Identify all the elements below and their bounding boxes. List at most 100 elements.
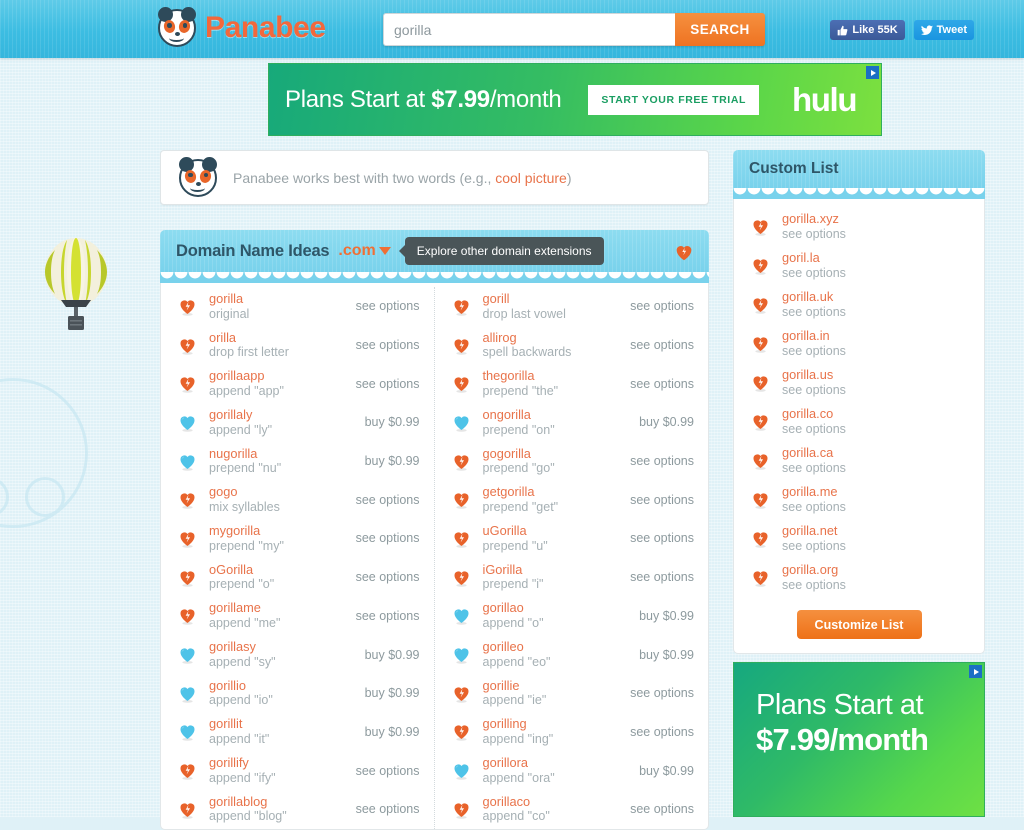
custom-list-domain[interactable]: gorilla.xyz bbox=[782, 211, 968, 227]
domain-name[interactable]: gogo bbox=[209, 484, 345, 500]
custom-list-action-link[interactable]: see options bbox=[782, 578, 968, 593]
broken-heart-icon[interactable] bbox=[451, 296, 472, 317]
adchoices-icon[interactable] bbox=[969, 665, 982, 678]
broken-heart-icon[interactable] bbox=[177, 528, 198, 549]
broken-heart-icon[interactable] bbox=[750, 216, 771, 237]
domain-name[interactable]: gorillasy bbox=[209, 639, 354, 655]
custom-list-domain[interactable]: gorilla.uk bbox=[782, 289, 968, 305]
domain-name[interactable]: thegorilla bbox=[483, 368, 620, 384]
domain-name[interactable]: gogorilla bbox=[483, 446, 620, 462]
domain-name[interactable]: getgorilla bbox=[483, 484, 620, 500]
whole-heart-icon[interactable] bbox=[177, 683, 198, 704]
domain-name[interactable]: orilla bbox=[209, 330, 345, 346]
adchoices-icon[interactable] bbox=[866, 66, 879, 79]
domain-action-link[interactable]: buy $0.99 bbox=[365, 648, 420, 662]
domain-action-link[interactable]: buy $0.99 bbox=[639, 648, 694, 662]
domain-name[interactable]: nugorilla bbox=[209, 446, 354, 462]
domain-action-link[interactable]: see options bbox=[630, 802, 694, 816]
domain-name[interactable]: gorillaapp bbox=[209, 368, 345, 384]
domain-name[interactable]: allirog bbox=[483, 330, 620, 346]
custom-list-action-link[interactable]: see options bbox=[782, 539, 968, 554]
domain-name[interactable]: gorill bbox=[483, 291, 620, 307]
domain-name[interactable]: mygorilla bbox=[209, 523, 345, 539]
broken-heart-icon[interactable] bbox=[750, 528, 771, 549]
custom-list-domain[interactable]: gorilla.co bbox=[782, 406, 968, 422]
facebook-like-button[interactable]: Like 55K bbox=[830, 20, 905, 40]
broken-heart-icon[interactable] bbox=[750, 567, 771, 588]
domain-name[interactable]: gorillame bbox=[209, 600, 345, 616]
whole-heart-icon[interactable] bbox=[177, 451, 198, 472]
whole-heart-icon[interactable] bbox=[451, 760, 472, 781]
sidebar-ad[interactable]: Plans Start at $7.99/month bbox=[733, 662, 985, 817]
search-button[interactable]: SEARCH bbox=[675, 13, 765, 46]
domain-name[interactable]: gorillaly bbox=[209, 407, 354, 423]
custom-list-domain[interactable]: gorilla.org bbox=[782, 562, 968, 578]
broken-heart-icon[interactable] bbox=[750, 411, 771, 432]
custom-list-action-link[interactable]: see options bbox=[782, 266, 968, 281]
domain-name[interactable]: gorillio bbox=[209, 678, 354, 694]
whole-heart-icon[interactable] bbox=[177, 412, 198, 433]
domain-action-link[interactable]: see options bbox=[630, 686, 694, 700]
domain-action-link[interactable]: see options bbox=[356, 493, 420, 507]
custom-list-domain[interactable]: gorilla.us bbox=[782, 367, 968, 383]
domain-name[interactable]: gorillablog bbox=[209, 794, 345, 810]
custom-list-action-link[interactable]: see options bbox=[782, 461, 968, 476]
domain-action-link[interactable]: see options bbox=[630, 493, 694, 507]
domain-name[interactable]: oGorilla bbox=[209, 562, 345, 578]
domain-action-link[interactable]: buy $0.99 bbox=[365, 415, 420, 429]
custom-list-domain[interactable]: gorilla.ca bbox=[782, 445, 968, 461]
domain-name[interactable]: gorilla bbox=[209, 291, 345, 307]
top-banner-ad[interactable]: Plans Start at $7.99/month START YOUR FR… bbox=[268, 63, 882, 136]
domain-action-link[interactable]: buy $0.99 bbox=[639, 415, 694, 429]
broken-heart-icon[interactable] bbox=[177, 489, 198, 510]
whole-heart-icon[interactable] bbox=[451, 605, 472, 626]
domain-action-link[interactable]: buy $0.99 bbox=[365, 454, 420, 468]
custom-list-action-link[interactable]: see options bbox=[782, 422, 968, 437]
custom-list-action-link[interactable]: see options bbox=[782, 344, 968, 359]
domain-name[interactable]: gorillie bbox=[483, 678, 620, 694]
whole-heart-icon[interactable] bbox=[177, 721, 198, 742]
broken-heart-icon[interactable] bbox=[451, 489, 472, 510]
broken-heart-icon[interactable] bbox=[177, 335, 198, 356]
broken-heart-icon[interactable] bbox=[177, 605, 198, 626]
customize-list-button[interactable]: Customize List bbox=[796, 610, 922, 639]
broken-heart-icon[interactable] bbox=[750, 255, 771, 276]
domain-action-link[interactable]: see options bbox=[356, 377, 420, 391]
domain-name[interactable]: gorillora bbox=[483, 755, 629, 771]
broken-heart-icon[interactable] bbox=[177, 567, 198, 588]
domain-name[interactable]: gorillao bbox=[483, 600, 629, 616]
broken-heart-icon[interactable] bbox=[451, 528, 472, 549]
broken-heart-icon[interactable] bbox=[750, 333, 771, 354]
broken-heart-icon[interactable] bbox=[750, 372, 771, 393]
custom-list-domain[interactable]: gorilla.in bbox=[782, 328, 968, 344]
domain-action-link[interactable]: see options bbox=[356, 338, 420, 352]
domain-action-link[interactable]: see options bbox=[630, 338, 694, 352]
custom-list-action-link[interactable]: see options bbox=[782, 227, 968, 242]
whole-heart-icon[interactable] bbox=[451, 412, 472, 433]
broken-heart-icon[interactable] bbox=[451, 335, 472, 356]
domain-name[interactable]: uGorilla bbox=[483, 523, 620, 539]
broken-heart-icon[interactable] bbox=[750, 294, 771, 315]
site-logo[interactable]: Panabee bbox=[158, 7, 326, 47]
broken-heart-icon[interactable] bbox=[177, 760, 198, 781]
whole-heart-icon[interactable] bbox=[177, 644, 198, 665]
domain-action-link[interactable]: see options bbox=[630, 454, 694, 468]
info-example-link[interactable]: cool picture bbox=[495, 170, 567, 186]
whole-heart-icon[interactable] bbox=[451, 644, 472, 665]
broken-heart-icon[interactable] bbox=[177, 373, 198, 394]
domain-action-link[interactable]: see options bbox=[630, 725, 694, 739]
domain-name[interactable]: iGorilla bbox=[483, 562, 620, 578]
broken-heart-icon[interactable] bbox=[177, 296, 198, 317]
broken-heart-icon[interactable] bbox=[451, 683, 472, 704]
domain-action-link[interactable]: buy $0.99 bbox=[365, 686, 420, 700]
domain-action-link[interactable]: see options bbox=[356, 802, 420, 816]
domain-action-link[interactable]: buy $0.99 bbox=[639, 764, 694, 778]
favorites-heart-icon[interactable] bbox=[673, 241, 695, 268]
domain-name[interactable]: ongorilla bbox=[483, 407, 629, 423]
custom-list-action-link[interactable]: see options bbox=[782, 305, 968, 320]
domain-name[interactable]: gorilleo bbox=[483, 639, 629, 655]
custom-list-domain[interactable]: goril.la bbox=[782, 250, 968, 266]
broken-heart-icon[interactable] bbox=[750, 489, 771, 510]
domain-action-link[interactable]: see options bbox=[630, 299, 694, 313]
custom-list-domain[interactable]: gorilla.net bbox=[782, 523, 968, 539]
